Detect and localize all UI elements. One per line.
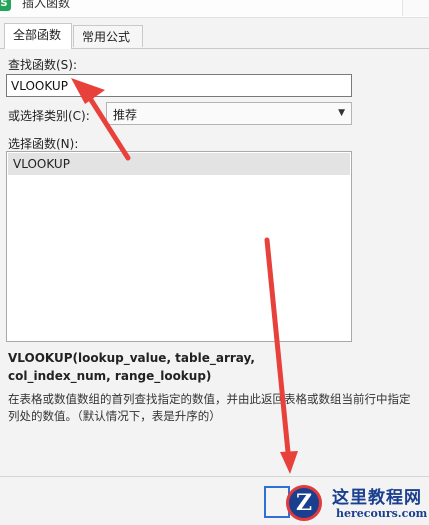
footer-divider xyxy=(0,476,429,477)
chevron-down-icon: ▼ xyxy=(338,108,345,118)
tab-bar: 全部函数 常用公式 xyxy=(0,22,429,49)
watermark-subtitle: herecours.com xyxy=(336,507,428,520)
function-list[interactable]: VLOOKUP xyxy=(6,151,352,342)
app-logo-icon: S xyxy=(0,0,11,11)
function-list-label: 选择函数(N): xyxy=(8,137,79,151)
category-label: 或选择类别(C): xyxy=(8,109,90,123)
list-item[interactable]: VLOOKUP xyxy=(8,153,350,175)
search-input[interactable] xyxy=(6,74,352,97)
watermark-title: 这里教程网 xyxy=(332,488,422,508)
search-label: 查找函数(S): xyxy=(8,58,78,72)
tab-common-formulas[interactable]: 常用公式 xyxy=(73,25,143,47)
watermark-logo-icon: Z xyxy=(286,485,322,521)
tab-all-functions[interactable]: 全部函数 xyxy=(4,23,72,49)
function-description: 在表格或数值数组的首列查找指定的数值，并由此返回表格或数组当前行中指定列处的数值… xyxy=(8,392,411,423)
category-selected-value: 推荐 xyxy=(113,108,138,122)
watermark: Z 这里教程网 herecours.com xyxy=(284,481,429,525)
category-dropdown[interactable]: 推荐 ▼ xyxy=(106,102,352,125)
close-button[interactable] xyxy=(402,0,429,16)
window-title: 插入函数 xyxy=(22,0,71,10)
title-bar: S 插入函数 xyxy=(0,0,429,18)
function-signature: VLOOKUP(lookup_value, table_array, col_i… xyxy=(8,351,255,383)
